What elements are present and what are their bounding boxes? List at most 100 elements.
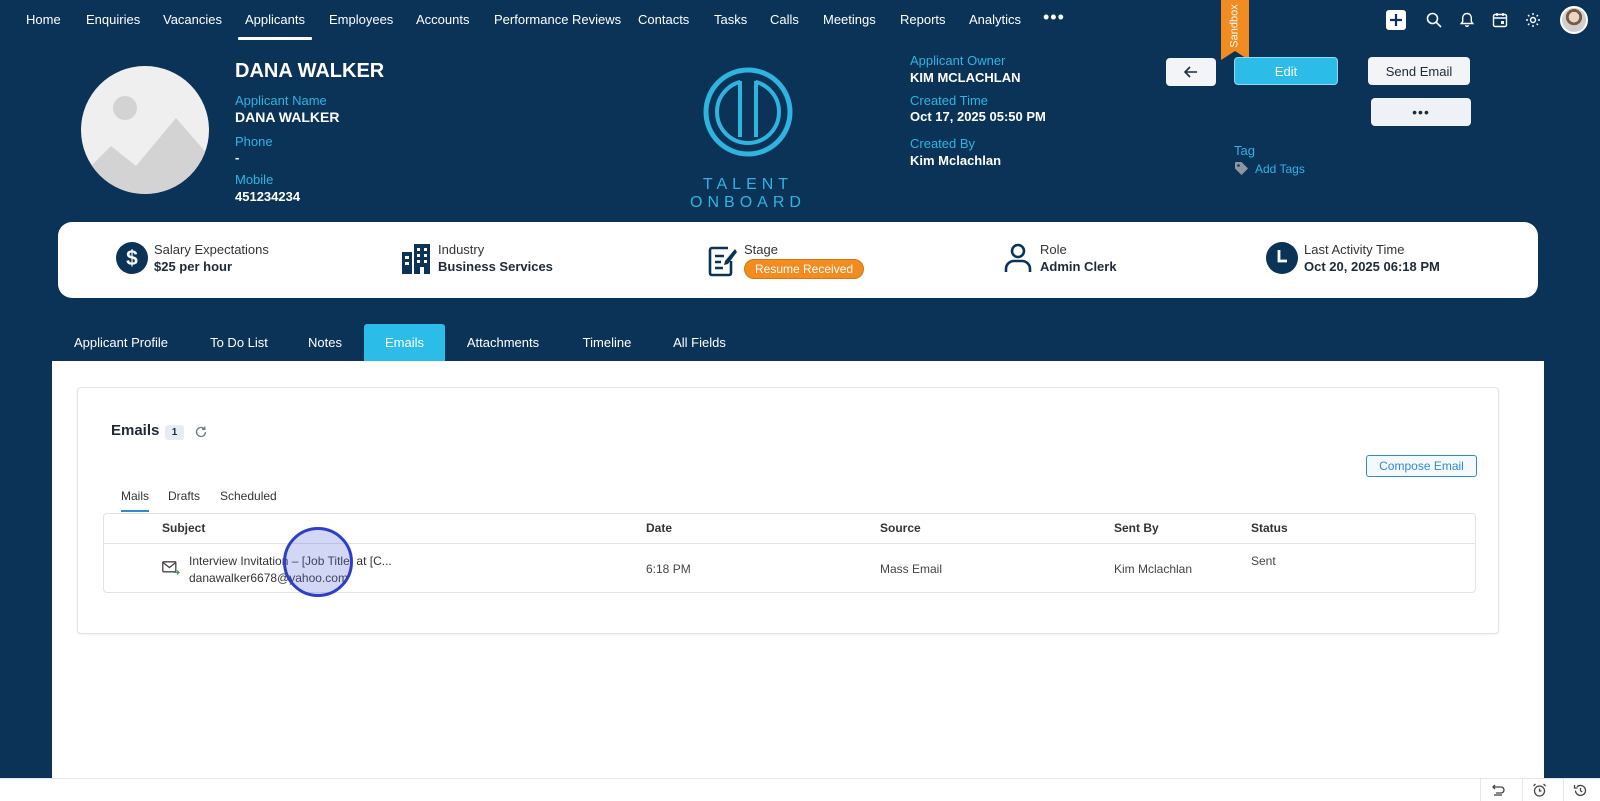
building-icon xyxy=(402,244,430,274)
column-source: Source xyxy=(880,521,921,535)
svg-text:$: $ xyxy=(126,247,138,270)
summary-card: $ Salary Expectations $25 per hour Indus… xyxy=(58,222,1538,298)
bottom-bar xyxy=(0,778,1600,801)
nav-enquiries[interactable]: Enquiries xyxy=(86,12,140,27)
top-navigation: Home Enquiries Vacancies Applicants Empl… xyxy=(0,0,1600,60)
talent-onboard-logo xyxy=(648,60,848,165)
nav-calls[interactable]: Calls xyxy=(770,12,799,27)
nav-performance-reviews[interactable]: Performance Reviews xyxy=(494,12,621,27)
applicant-name-label: Applicant Name xyxy=(235,93,327,108)
created-by-label: Created By xyxy=(910,136,976,151)
tag-label: Tag xyxy=(1234,143,1255,158)
activity-summary: Last Activity Time Oct 20, 2025 06:18 PM xyxy=(1266,242,1440,274)
nav-accounts[interactable]: Accounts xyxy=(416,12,469,27)
tab-all-fields[interactable]: All Fields xyxy=(663,324,736,361)
user-avatar[interactable] xyxy=(1560,6,1588,34)
nav-applicants[interactable]: Applicants xyxy=(238,12,312,40)
email-status: Sent xyxy=(1251,554,1276,568)
refresh-icon[interactable] xyxy=(194,425,208,439)
created-time-value: Oct 17, 2025 05:50 PM xyxy=(910,109,1046,124)
nav-home[interactable]: Home xyxy=(26,12,61,27)
tab-to-do-list[interactable]: To Do List xyxy=(198,324,280,361)
add-tags-link[interactable]: Add Tags xyxy=(1234,161,1305,176)
role-label: Role xyxy=(1040,242,1067,257)
created-time-label: Created Time xyxy=(910,93,989,108)
industry-label: Industry xyxy=(438,242,485,257)
nav-vacancies[interactable]: Vacancies xyxy=(163,12,222,27)
subtab-drafts[interactable]: Drafts xyxy=(168,489,200,503)
email-count-badge: 1 xyxy=(165,425,184,440)
gear-icon[interactable] xyxy=(1523,10,1543,30)
search-icon[interactable] xyxy=(1424,10,1444,30)
applicant-heading: DANA WALKER xyxy=(235,60,385,82)
nav-meetings[interactable]: Meetings xyxy=(823,12,876,27)
subtab-mails[interactable]: Mails xyxy=(121,489,150,512)
activity-label: Last Activity Time xyxy=(1304,242,1405,257)
email-recipient: danawalker6678@yahoo.com xyxy=(189,571,348,585)
emails-title: Emails xyxy=(111,422,160,439)
owner-value: KIM MCLACHLAN xyxy=(910,70,1021,85)
column-date: Date xyxy=(646,521,673,535)
dollar-icon: $ xyxy=(116,242,148,274)
email-sent-by: Kim Mclachlan xyxy=(1114,562,1193,576)
phone-label: Phone xyxy=(235,134,273,149)
email-subject[interactable]: Interview Invitation – [Job Title] at [C… xyxy=(189,554,392,568)
back-button[interactable] xyxy=(1166,58,1216,86)
nav-more-icon[interactable]: ••• xyxy=(1043,7,1065,28)
industry-value: Business Services xyxy=(438,259,553,274)
column-status: Status xyxy=(1251,521,1288,535)
tab-timeline[interactable]: Timeline xyxy=(571,324,643,361)
mobile-value: 451234234 xyxy=(235,189,301,204)
edit-button[interactable]: Edit xyxy=(1234,57,1338,85)
nav-tasks[interactable]: Tasks xyxy=(714,12,747,27)
nav-analytics[interactable]: Analytics xyxy=(969,12,1021,27)
clock-icon xyxy=(1266,242,1298,274)
tab-emails[interactable]: Emails xyxy=(364,324,445,361)
tag-icon xyxy=(1235,162,1248,175)
history-icon[interactable] xyxy=(1480,779,1514,801)
applicant-photo-placeholder[interactable] xyxy=(81,66,209,194)
add-tags-label: Add Tags xyxy=(1255,161,1305,176)
plus-icon[interactable] xyxy=(1386,10,1406,30)
emails-panel xyxy=(77,387,1499,634)
nav-employees[interactable]: Employees xyxy=(329,12,393,27)
role-value: Admin Clerk xyxy=(1040,259,1117,274)
stage-label: Stage xyxy=(744,242,778,257)
tab-notes[interactable]: Notes xyxy=(297,324,353,361)
tab-attachments[interactable]: Attachments xyxy=(456,324,550,361)
recent-activity-icon[interactable] xyxy=(1563,779,1597,801)
stage-badge: Resume Received xyxy=(744,259,865,279)
nav-reports[interactable]: Reports xyxy=(900,12,946,27)
stage-summary: Stage Resume Received xyxy=(708,242,865,279)
sent-mail-icon xyxy=(162,561,180,575)
phone-value: - xyxy=(235,150,240,165)
alarm-clock-icon[interactable] xyxy=(1522,779,1556,801)
arrow-left-icon xyxy=(1184,66,1197,78)
salary-value: $25 per hour xyxy=(154,259,233,274)
send-email-button[interactable]: Send Email xyxy=(1368,57,1470,85)
industry-summary: Industry Business Services xyxy=(400,242,553,274)
column-subject: Subject xyxy=(162,521,206,535)
nav-contacts[interactable]: Contacts xyxy=(638,12,689,27)
salary-label: Salary Expectations xyxy=(154,242,269,257)
column-sent-by: Sent By xyxy=(1114,521,1159,535)
email-source: Mass Email xyxy=(880,562,943,576)
salary-summary: $ Salary Expectations $25 per hour xyxy=(116,242,269,274)
person-icon xyxy=(1004,243,1032,272)
bell-icon[interactable] xyxy=(1457,10,1477,30)
brand-name: TALENT ONBOARD xyxy=(690,176,806,211)
mobile-label: Mobile xyxy=(235,172,274,187)
applicant-name-value: DANA WALKER xyxy=(235,109,340,125)
compose-email-button[interactable]: Compose Email xyxy=(1366,455,1477,477)
calendar-icon[interactable] xyxy=(1490,10,1510,30)
tab-applicant-profile[interactable]: Applicant Profile xyxy=(60,324,182,361)
more-actions-button[interactable]: ••• xyxy=(1371,98,1471,126)
activity-value: Oct 20, 2025 06:18 PM xyxy=(1304,259,1440,274)
created-by-value: Kim Mclachlan xyxy=(910,153,1002,168)
table-header-divider xyxy=(104,543,1475,544)
edit-document-icon xyxy=(708,246,737,276)
subtab-scheduled[interactable]: Scheduled xyxy=(220,489,277,503)
sandbox-label: Sandbox xyxy=(1229,4,1241,48)
role-summary: Role Admin Clerk xyxy=(1002,242,1117,274)
owner-label: Applicant Owner xyxy=(910,53,1006,68)
